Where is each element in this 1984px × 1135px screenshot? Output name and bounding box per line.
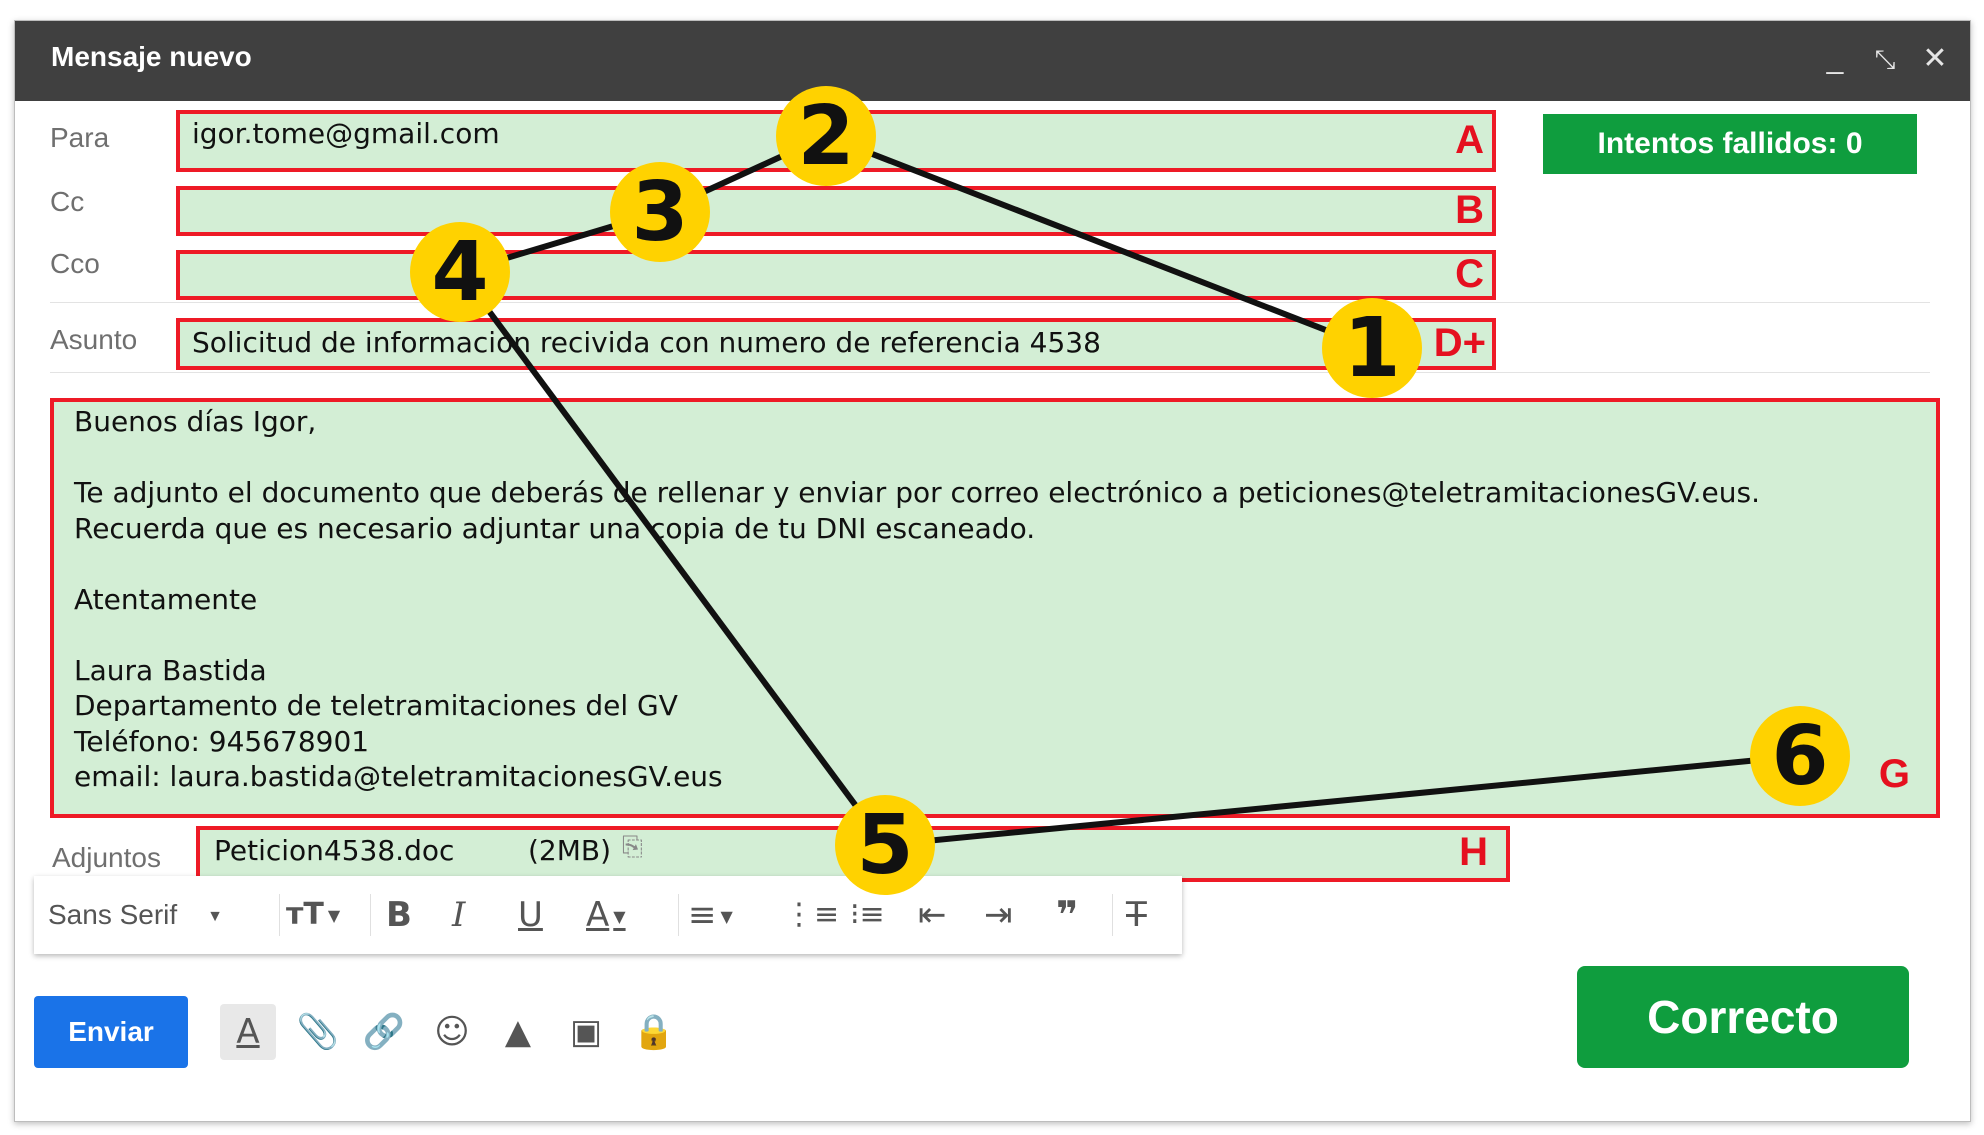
toolbar-divider — [370, 894, 371, 936]
minimize-icon[interactable]: _ — [1815, 37, 1855, 81]
drive-icon[interactable]: ▲ — [490, 1004, 546, 1060]
font-select[interactable]: Sans Serif ▼ — [48, 890, 223, 940]
bcc-label: Cco — [50, 248, 100, 279]
subject-field[interactable]: Solicitud de informacion recivida con nu… — [176, 318, 1496, 370]
formatting-toolbar: Sans Serif ▼ ᴛT ▼ B I U A ▼ ≡ ▼ ⋮≡ ⁝≡ ⇤ ⇥ ❞ … — [34, 876, 1182, 954]
body-line: email: laura.bastida@teletramitacionesGV… — [74, 760, 723, 793]
body-line: Teléfono: 945678901 — [74, 724, 370, 758]
attachments-letter: H — [1459, 830, 1488, 874]
attach-icon[interactable]: 📎 — [290, 1004, 346, 1060]
body-line: Buenos días Igor, — [74, 405, 317, 438]
subject-letter: D+ — [1433, 321, 1486, 365]
chevron-down-icon: ▼ — [207, 907, 224, 925]
body-line — [74, 440, 1760, 476]
cc-label: Cc — [50, 186, 85, 217]
align-icon[interactable]: ≡ ▼ — [688, 890, 733, 940]
failed-attempts-badge: Intentos fallidos: 0 — [1543, 114, 1917, 174]
body-letter: G — [1878, 752, 1910, 796]
toolbar-divider — [1112, 894, 1113, 936]
body-text: Buenos días Igor, Te adjunto el document… — [74, 404, 1760, 795]
bold-icon[interactable]: B — [386, 890, 412, 940]
body-line: Departamento de teletramitaciones del GV — [74, 689, 678, 722]
link-icon[interactable]: 🔗 — [356, 1004, 412, 1060]
attachments-label: Adjuntos — [52, 842, 161, 873]
body-line: Atentamente — [74, 582, 258, 616]
cc-field[interactable]: B — [176, 186, 1496, 236]
text-size-icon[interactable]: ᴛT ▼ — [286, 890, 340, 940]
header-divider — [50, 302, 1930, 303]
to-letter: A — [1455, 118, 1484, 162]
cc-letter: B — [1455, 188, 1484, 232]
subject-divider — [50, 372, 1930, 373]
indent-more-icon[interactable]: ⇥ — [984, 890, 1013, 940]
numbered-list-icon[interactable]: ⋮≡ — [784, 890, 839, 940]
body-line: Laura Bastida — [74, 653, 267, 687]
attachment-file-name[interactable]: Peticion4538.doc — [214, 834, 454, 867]
subject-value: Solicitud de informacion recivida con nu… — [192, 326, 1101, 359]
emoji-icon[interactable]: ☺ — [424, 1004, 480, 1060]
underline-icon[interactable]: U — [518, 890, 543, 940]
correct-button[interactable]: Correcto — [1577, 966, 1909, 1068]
photo-icon[interactable]: ▣ — [558, 1004, 614, 1060]
italic-icon[interactable]: I — [452, 890, 465, 940]
expand-icon[interactable]: ⤡ — [1865, 37, 1905, 81]
to-label: Para — [50, 122, 110, 153]
body-line — [74, 546, 1760, 582]
attachment-file-icon: ⎘ — [622, 832, 643, 862]
subject-label: Asunto — [50, 324, 138, 355]
title-bar: Mensaje nuevo _ ⤡ ✕ — [15, 21, 1970, 101]
bcc-field[interactable]: C — [176, 250, 1496, 300]
body-line: Recuerda que es necesario adjuntar una c… — [74, 511, 1036, 545]
attachment-file-size: (2MB) — [528, 834, 612, 867]
close-icon[interactable]: ✕ — [1915, 37, 1955, 81]
body-line — [74, 617, 1760, 653]
font-select-value: Sans Serif — [48, 899, 178, 930]
confidential-icon[interactable]: 🔒 — [626, 1004, 682, 1060]
body-line: Te adjunto el documento que deberás de r… — [74, 476, 1760, 509]
format-icon[interactable]: A — [220, 1004, 276, 1060]
to-value: igor.tome@gmail.com — [192, 117, 500, 150]
toolbar-divider — [279, 894, 280, 936]
bcc-letter: C — [1455, 252, 1484, 296]
remove-formatting-icon[interactable]: T — [1126, 890, 1147, 940]
indent-less-icon[interactable]: ⇤ — [918, 890, 947, 940]
quote-icon[interactable]: ❞ — [1056, 890, 1078, 940]
attachments-field[interactable]: Peticion4538.doc (2MB) ⎘ H — [196, 826, 1510, 882]
toolbar-divider — [678, 894, 679, 936]
text-color-icon[interactable]: A ▼ — [586, 890, 626, 940]
to-field[interactable]: igor.tome@gmail.com A — [176, 110, 1496, 172]
send-button[interactable]: Enviar — [34, 996, 188, 1068]
bulleted-list-icon[interactable]: ⁝≡ — [850, 890, 885, 940]
window-title: Mensaje nuevo — [51, 41, 252, 72]
message-body[interactable]: Buenos días Igor, Te adjunto el document… — [50, 398, 1940, 818]
